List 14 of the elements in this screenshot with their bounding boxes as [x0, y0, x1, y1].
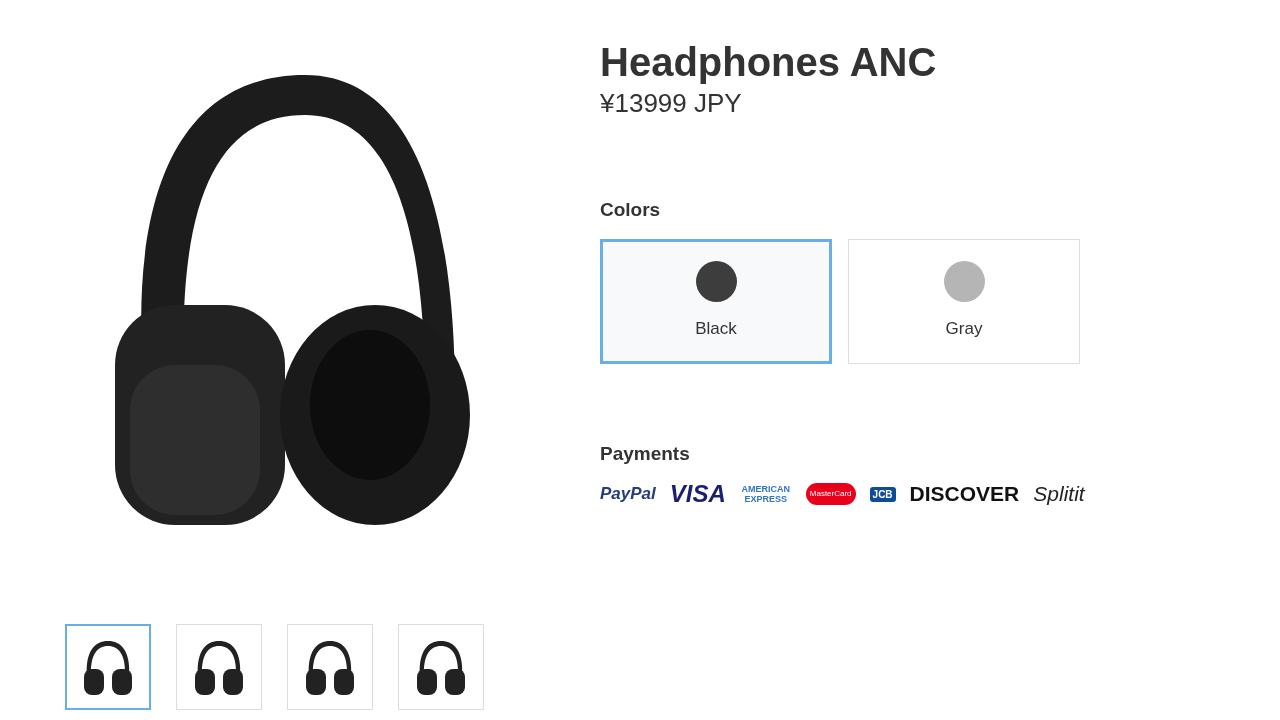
discover-logo: DISCOVER [909, 481, 1020, 508]
paypal-logo: PayPal [600, 483, 656, 506]
splitit-logo: Splitit [1033, 481, 1085, 508]
payments-label: Payments [600, 441, 691, 466]
visa-logo: VISA [669, 479, 726, 509]
color-option[interactable]: Gray [848, 238, 1080, 364]
product-price: ¥13999 JPY [600, 87, 743, 120]
amex-logo: AMERICAN EXPRESS [740, 484, 792, 504]
jcb-logo: JCB [869, 486, 896, 502]
product-title: Headphones ANC [600, 39, 938, 86]
colors-label: Colors [600, 198, 662, 222]
mastercard-logo: MasterCard [805, 483, 856, 505]
thumbnail[interactable] [65, 624, 151, 710]
color-option[interactable]: Black [600, 238, 832, 364]
